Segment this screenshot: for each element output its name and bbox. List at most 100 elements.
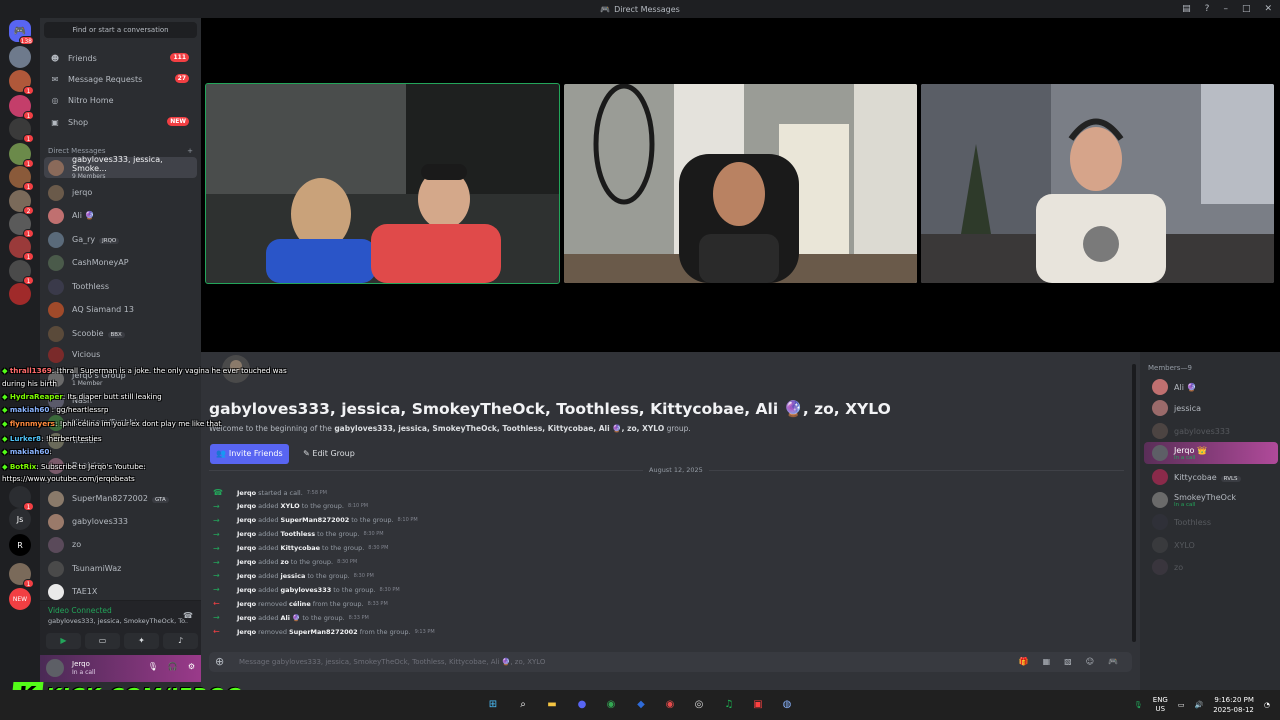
dm-item[interactable]: TsunamiWaz <box>44 558 197 579</box>
network-icon[interactable]: ▭ <box>1178 701 1185 709</box>
close-button[interactable]: ✕ <box>1264 4 1272 14</box>
search-input[interactable]: Find or start a conversation <box>44 22 197 38</box>
server-icon[interactable]: 1 <box>9 213 34 238</box>
nav-item-message-requests[interactable]: ✉ Message Requests 27 <box>44 70 197 88</box>
volume-icon[interactable]: 🔊 <box>1194 701 1203 709</box>
member-item[interactable]: Toothless <box>1144 511 1278 533</box>
member-item[interactable]: Ali 🔮 <box>1144 376 1278 398</box>
server-icon[interactable]: 2 <box>9 190 34 215</box>
minimize-button[interactable]: – <box>1223 4 1228 14</box>
dm-item[interactable]: SuperMan8272002 GTA <box>44 488 197 509</box>
video-tile-2[interactable] <box>564 84 917 283</box>
chat-scrollbar[interactable] <box>1132 364 1136 642</box>
notifications-icon[interactable]: ◔ <box>1264 701 1270 709</box>
member-item[interactable]: Jerqo 👑 In a call <box>1144 442 1278 464</box>
create-dm-button[interactable]: + <box>187 147 193 155</box>
emoji-icon[interactable]: ☺ <box>1086 652 1094 672</box>
discord-taskbar-icon[interactable]: ● <box>573 696 591 714</box>
message-target[interactable]: Ali 🔮 <box>281 614 301 622</box>
scrollbar-thumb[interactable] <box>1132 364 1136 642</box>
activity-button[interactable]: ✦ <box>124 633 159 649</box>
disconnect-icon[interactable]: ☎ <box>183 611 193 620</box>
dm-item[interactable]: gabyloves333 <box>44 511 197 532</box>
start-icon[interactable]: ⊞ <box>484 696 502 714</box>
message-actor[interactable]: Jerqo <box>237 516 256 524</box>
dm-item[interactable]: Ali 🔮 <box>44 205 197 226</box>
message-target[interactable]: SuperMan8272002 <box>281 516 350 524</box>
dm-item[interactable]: AQ Siamand 13 <box>44 299 197 320</box>
message-actor[interactable]: Jerqo <box>237 489 256 497</box>
message-target[interactable]: gabyloves333 <box>281 586 332 594</box>
dm-item[interactable]: gabyloves333, jessica, Smoke... 9 Members <box>44 155 197 180</box>
message-actor[interactable]: Jerqo <box>237 502 256 510</box>
member-item[interactable]: Kittycobae RVLS <box>1144 466 1278 488</box>
language-indicator[interactable]: ENG US <box>1153 696 1168 714</box>
message-target[interactable]: zo <box>281 558 289 566</box>
member-item[interactable]: gabyloves333 <box>1144 420 1278 442</box>
sticker-icon[interactable]: ▧ <box>1064 652 1072 672</box>
avatar[interactable] <box>46 659 64 677</box>
message-actor[interactable]: Jerqo <box>237 572 256 580</box>
message-actor[interactable]: Jerqo <box>237 614 256 622</box>
file-explorer-icon[interactable]: ▬ <box>543 696 561 714</box>
server-icon[interactable]: 1 <box>9 260 34 285</box>
member-item[interactable]: SmokeyTheOck In a call <box>1144 489 1278 511</box>
nav-item-nitro-home[interactable]: ◎ Nitro Home <box>44 91 197 109</box>
member-item[interactable]: jessica <box>1144 397 1278 419</box>
message-actor[interactable]: Jerqo <box>237 600 256 608</box>
server-icon[interactable]: 1 <box>9 166 34 191</box>
help-icon[interactable]: ? <box>1205 4 1210 14</box>
dm-item[interactable]: CashMoneyAP <box>44 252 197 273</box>
dm-item[interactable]: Ga_ry JRQO <box>44 229 197 250</box>
nav-item-shop[interactable]: ▣ Shop NEW <box>44 113 197 131</box>
server-icon[interactable]: 1 <box>9 143 34 168</box>
nav-item-friends[interactable]: ☻ Friends 111 <box>44 49 197 67</box>
mic-tray-icon[interactable]: 🎙 <box>1134 701 1143 709</box>
video-tile-1[interactable] <box>205 83 560 284</box>
message-target[interactable]: jessica <box>281 572 306 580</box>
gif-icon[interactable]: ▦ <box>1043 652 1051 672</box>
server-icon[interactable]: 1 <box>9 118 34 143</box>
dm-item[interactable]: jerqo <box>44 182 197 203</box>
obs-icon[interactable]: ◎ <box>690 696 708 714</box>
app-launcher-icon[interactable]: 🎮 <box>1108 652 1118 672</box>
app-icon[interactable]: ▣ <box>749 696 767 714</box>
message-actor[interactable]: Jerqo <box>237 544 256 552</box>
inbox-icon[interactable]: ▤ <box>1182 4 1191 14</box>
settings-icon[interactable]: ⚙ <box>188 662 195 671</box>
dm-item[interactable]: Vicious <box>44 344 197 365</box>
server-icon[interactable]: 1 <box>9 95 34 120</box>
mic-icon[interactable]: 🎙 <box>148 662 158 671</box>
message-target[interactable]: céline <box>289 600 311 608</box>
server-icon[interactable] <box>9 283 31 305</box>
app-icon-2[interactable]: ◍ <box>778 696 796 714</box>
member-item[interactable]: XYLO <box>1144 534 1278 556</box>
video-tile-3[interactable] <box>921 84 1274 283</box>
search-icon[interactable]: ⌕ <box>514 696 532 714</box>
message-actor[interactable]: Jerqo <box>237 628 256 636</box>
user-name[interactable]: Jerqo <box>72 660 90 668</box>
browser-icon[interactable]: ◆ <box>632 696 650 714</box>
message-target[interactable]: Toothless <box>281 530 316 538</box>
invite-friends-button[interactable]: 👥 Invite Friends <box>210 444 289 464</box>
maximize-button[interactable]: □ <box>1242 4 1251 14</box>
dm-item[interactable]: zo <box>44 534 197 555</box>
voice-channel-name[interactable]: gabyloves333, jessica, SmokeyTheOck, To.… <box>48 617 188 625</box>
dm-item[interactable]: Scoobie BBX <box>44 323 197 344</box>
message-target[interactable]: XYLO <box>281 502 300 510</box>
edit-group-button[interactable]: ✎ Edit Group <box>297 444 361 464</box>
server-icon[interactable]: R <box>9 534 31 556</box>
server-icon[interactable] <box>9 46 31 68</box>
add-attachment-icon[interactable]: ⊕ <box>215 652 224 672</box>
server-icon[interactable]: Js <box>9 508 31 530</box>
home-button[interactable]: 🎮 138 <box>9 20 34 45</box>
screenshare-button[interactable]: ▭ <box>85 633 120 649</box>
camera-button[interactable]: ▶ <box>46 633 81 649</box>
dm-item[interactable]: Toothless <box>44 276 197 297</box>
server-icon[interactable]: 1 <box>9 486 34 511</box>
message-target[interactable]: SuperMan8272002 <box>289 628 358 636</box>
headphones-icon[interactable]: 🎧 <box>168 662 178 671</box>
clock[interactable]: 9:16:20 PM 2025-08-12 <box>1213 695 1254 715</box>
message-target[interactable]: Kittycobae <box>281 544 320 552</box>
chrome-profile-icon[interactable]: ◉ <box>661 696 679 714</box>
